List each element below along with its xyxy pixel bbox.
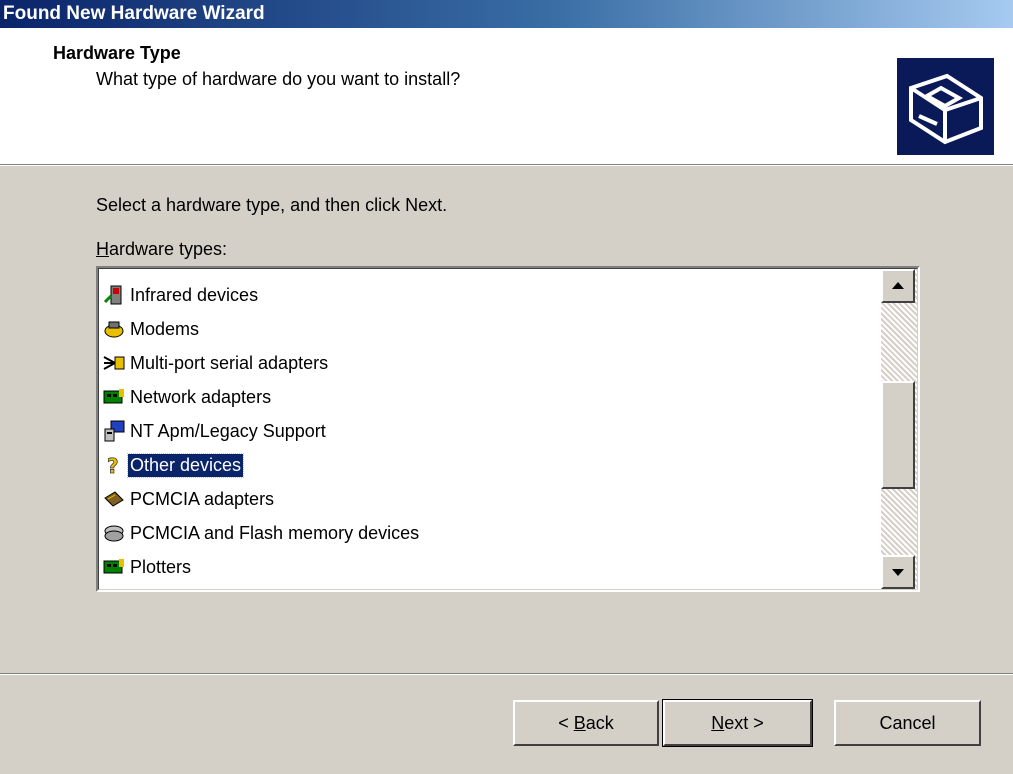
list-item[interactable]: Plotters (103, 550, 883, 584)
modem-icon (103, 318, 125, 340)
header-divider (0, 164, 1013, 166)
instruction-text: Select a hardware type, and then click N… (96, 195, 448, 215)
label-rest: ardware types: (109, 239, 228, 259)
title-bar: Found New Hardware Wizard (0, 0, 1013, 28)
list-item-label: Plotters (130, 556, 192, 577)
hardware-list: Infrared devices Modems Multi-port seria… (103, 278, 883, 584)
label-accelerator: H (96, 239, 109, 259)
footer-divider (0, 673, 1013, 675)
list-item[interactable]: PCMCIA adapters (103, 482, 883, 516)
back-button[interactable]: < Back (513, 700, 659, 746)
hardware-card-icon (897, 58, 994, 155)
next-accelerator: N (711, 713, 725, 733)
list-item-label: NT Apm/Legacy Support (130, 420, 326, 441)
hardware-types-label: Hardware types: (96, 239, 227, 260)
up-arrow-icon (892, 282, 904, 289)
next-rest: ext > (724, 713, 764, 733)
list-item-selected[interactable]: ? Other devices (103, 448, 883, 482)
question-icon: ? (103, 454, 125, 479)
list-item[interactable]: NT Apm/Legacy Support (103, 414, 883, 448)
infrared-icon (103, 284, 125, 306)
back-rest: ack (585, 713, 614, 733)
plotter-icon (103, 556, 125, 578)
scroll-down-button[interactable] (881, 555, 915, 589)
list-item[interactable]: Infrared devices (103, 278, 883, 312)
list-item[interactable]: PCMCIA and Flash memory devices (103, 516, 883, 550)
list-item-label: Multi-port serial adapters (130, 352, 329, 373)
back-accelerator: B (573, 713, 586, 733)
scroll-thumb[interactable] (881, 381, 915, 489)
list-item-label: Infrared devices (130, 284, 259, 305)
list-item[interactable]: Network adapters (103, 380, 883, 414)
page-title: Hardware Type (53, 43, 181, 63)
list-item[interactable]: Multi-port serial adapters (103, 346, 883, 380)
cancel-button[interactable]: Cancel (834, 700, 981, 746)
hardware-types-listbox[interactable]: Infrared devices Modems Multi-port seria… (96, 266, 920, 592)
list-item-label: Modems (130, 318, 200, 339)
back-prefix: < (558, 713, 574, 733)
flash-memory-icon (103, 522, 125, 544)
listbox-frame: Infrared devices Modems Multi-port seria… (98, 268, 918, 590)
vertical-scrollbar[interactable] (881, 269, 917, 589)
list-item-label: PCMCIA adapters (130, 488, 275, 509)
down-arrow-icon (892, 569, 904, 576)
scroll-up-button[interactable] (881, 269, 915, 303)
svg-text:?: ? (107, 454, 119, 476)
pcmcia-adapter-icon (103, 488, 125, 510)
list-item[interactable]: Modems (103, 312, 883, 346)
page-subtitle: What type of hardware do you want to ins… (96, 69, 461, 89)
serial-adapter-icon (103, 352, 125, 374)
list-item-label: Network adapters (130, 386, 272, 407)
list-item-label: Other devices (126, 452, 245, 478)
list-item-label: PCMCIA and Flash memory devices (130, 522, 420, 543)
computer-icon (103, 420, 125, 442)
network-adapter-icon (103, 386, 125, 408)
next-button[interactable]: Next > (662, 699, 813, 747)
window-title: Found New Hardware Wizard (3, 3, 265, 24)
